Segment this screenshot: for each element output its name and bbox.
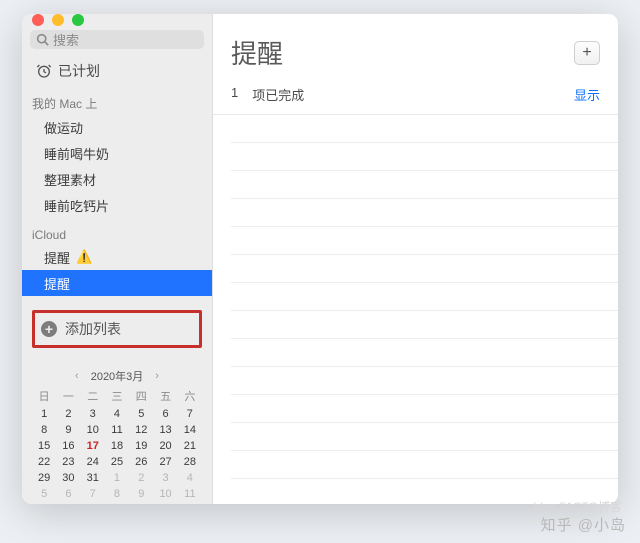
close-window-button[interactable] (32, 14, 44, 26)
calendar-day[interactable]: 27 (153, 456, 177, 468)
mini-calendar: ‹ 2020年3月 › 日一二三四五六123456789101112131415… (22, 364, 212, 504)
reminders-list-area[interactable] (231, 115, 618, 504)
app-window: 搜索 已计划 我的 Mac 上 做运动睡前喝牛奶整理素材睡前吃钙片 iCloud… (22, 14, 618, 504)
calendar-dow: 四 (129, 388, 153, 404)
calendar-day[interactable]: 31 (81, 472, 105, 484)
sidebar-list-item[interactable]: 睡前喝牛奶 (22, 140, 212, 166)
sidebar: 搜索 已计划 我的 Mac 上 做运动睡前喝牛奶整理素材睡前吃钙片 iCloud… (22, 14, 213, 504)
calendar-day[interactable]: 30 (56, 472, 80, 484)
calendar-day[interactable]: 2 (56, 408, 80, 420)
calendar-day[interactable]: 14 (178, 424, 202, 436)
calendar-day[interactable]: 16 (56, 440, 80, 452)
calendar-dow: 五 (153, 388, 177, 404)
calendar-dow: 三 (105, 388, 129, 404)
scheduled-smart-list[interactable]: 已计划 (22, 57, 212, 85)
calendar-day[interactable]: 12 (129, 424, 153, 436)
calendar-day[interactable]: 6 (153, 408, 177, 420)
add-list-button[interactable]: + 添加列表 (32, 310, 202, 348)
calendar-day[interactable]: 29 (32, 472, 56, 484)
main-content: 提醒 + 1 项已完成 显示 (213, 14, 618, 504)
calendar-day[interactable]: 2 (129, 472, 153, 484)
calendar-day[interactable]: 24 (81, 456, 105, 468)
calendar-dow: 日 (32, 388, 56, 404)
calendar-day[interactable]: 23 (56, 456, 80, 468)
calendar-dow: 六 (178, 388, 202, 404)
calendar-day[interactable]: 7 (178, 408, 202, 420)
zoom-window-button[interactable] (72, 14, 84, 26)
calendar-day[interactable]: 22 (32, 456, 56, 468)
alarm-clock-icon (36, 63, 52, 79)
list-item-label: 提醒 (44, 248, 70, 267)
list-title: 提醒 (231, 34, 283, 71)
calendar-day[interactable]: 26 (129, 456, 153, 468)
sidebar-list-item[interactable]: 提醒 (22, 270, 212, 296)
add-list-label: 添加列表 (65, 319, 121, 339)
calendar-day[interactable]: 5 (129, 408, 153, 420)
calendar-day[interactable]: 20 (153, 440, 177, 452)
show-completed-button[interactable]: 显示 (574, 85, 600, 104)
calendar-title: 2020年3月 (91, 368, 144, 384)
search-input[interactable]: 搜索 (30, 30, 204, 49)
calendar-dow: 二 (81, 388, 105, 404)
calendar-day[interactable]: 10 (153, 488, 177, 500)
section-icloud-label: iCloud (22, 218, 212, 244)
calendar-prev-button[interactable]: ‹ (69, 370, 85, 382)
calendar-day[interactable]: 8 (32, 424, 56, 436)
calendar-day[interactable]: 3 (153, 472, 177, 484)
calendar-day[interactable]: 9 (129, 488, 153, 500)
warning-icon: ⚠️ (76, 249, 92, 265)
watermark: 知乎 @小岛 (541, 514, 626, 535)
section-my-mac-label: 我的 Mac 上 (22, 85, 212, 114)
calendar-day[interactable]: 18 (105, 440, 129, 452)
calendar-next-button[interactable]: › (149, 370, 165, 382)
sidebar-list-item[interactable]: 整理素材 (22, 166, 212, 192)
calendar-day[interactable]: 8 (105, 488, 129, 500)
calendar-day[interactable]: 1 (105, 472, 129, 484)
completed-count: 1 (231, 85, 238, 104)
plus-circle-icon: + (41, 321, 57, 337)
minimize-window-button[interactable] (52, 14, 64, 26)
calendar-day[interactable]: 11 (178, 488, 202, 500)
calendar-day[interactable]: 5 (32, 488, 56, 500)
calendar-day[interactable]: 25 (105, 456, 129, 468)
calendar-day[interactable]: 19 (129, 440, 153, 452)
watermark-secondary: blog 51CTO博客 (534, 498, 622, 515)
search-placeholder: 搜索 (53, 30, 79, 49)
calendar-day[interactable]: 17 (81, 440, 105, 452)
calendar-day[interactable]: 21 (178, 440, 202, 452)
calendar-day[interactable]: 3 (81, 408, 105, 420)
calendar-day[interactable]: 6 (56, 488, 80, 500)
sidebar-list-item[interactable]: 提醒 ⚠️ (22, 244, 212, 270)
calendar-day[interactable]: 13 (153, 424, 177, 436)
search-icon (36, 33, 49, 46)
window-controls (22, 14, 212, 26)
scheduled-label: 已计划 (58, 61, 100, 81)
calendar-day[interactable]: 11 (105, 424, 129, 436)
list-item-label: 提醒 (44, 274, 70, 293)
sidebar-list-item[interactable]: 睡前吃钙片 (22, 192, 212, 218)
calendar-day[interactable]: 9 (56, 424, 80, 436)
calendar-day[interactable]: 15 (32, 440, 56, 452)
calendar-day[interactable]: 7 (81, 488, 105, 500)
calendar-day[interactable]: 4 (105, 408, 129, 420)
calendar-day[interactable]: 28 (178, 456, 202, 468)
calendar-day[interactable]: 1 (32, 408, 56, 420)
calendar-dow: 一 (56, 388, 80, 404)
calendar-day[interactable]: 10 (81, 424, 105, 436)
add-reminder-button[interactable]: + (574, 41, 600, 65)
completed-label: 项已完成 (252, 85, 304, 104)
completed-row: 1 项已完成 显示 (213, 79, 618, 115)
main-header: 提醒 + (213, 14, 618, 79)
sidebar-list-item[interactable]: 做运动 (22, 114, 212, 140)
calendar-day[interactable]: 4 (178, 472, 202, 484)
